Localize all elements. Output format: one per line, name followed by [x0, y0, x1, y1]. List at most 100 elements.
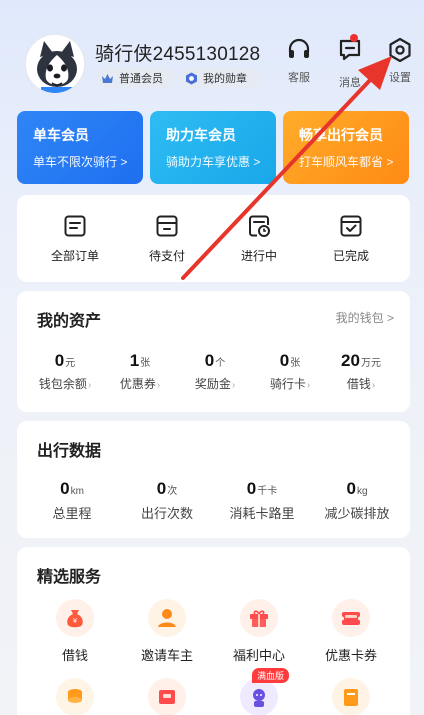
borrow-stat[interactable]: 20万元 借钱› — [318, 351, 404, 392]
service-item[interactable] — [311, 678, 391, 715]
member-card-subtitle: 打车顺风车都省 > — [299, 155, 394, 169]
profile-header: 骑行侠2455130128 普通会员 我的勋章 客服 消息 设置 — [0, 0, 424, 110]
borrow-service[interactable]: ¥ 借钱 — [35, 599, 115, 664]
member-badge-label: 普通会员 — [119, 73, 163, 85]
stat-label: 借钱 — [346, 377, 371, 391]
ai-assistant-icon: 满血版 — [240, 668, 290, 715]
driver-icon — [148, 599, 186, 637]
coins-icon — [56, 678, 94, 715]
travel-data-card: 出行数据 0km 总里程 0次 出行次数 0千卡 消耗卡路里 0kg 减少碳排放 — [17, 421, 410, 538]
chevron-right-icon: › — [371, 380, 376, 391]
unread-dot — [350, 34, 358, 42]
welfare-center-service[interactable]: 福利中心 — [219, 599, 299, 664]
member-card-title: 畅享出行会员 — [299, 127, 383, 143]
coupon-stat[interactable]: 1张 优惠券› — [97, 351, 183, 392]
medal-badge[interactable]: 我的勋章 — [181, 68, 261, 88]
service-item[interactable] — [35, 678, 115, 715]
service-label: 邀请车主 — [140, 648, 193, 663]
assets-card: 我的资产 我的钱包 > 0元 钱包余额› 1张 优惠券› 0个 奖励金› 0张 … — [17, 291, 410, 412]
stat-label: 总里程 — [52, 506, 92, 521]
chevron-right-icon: › — [306, 380, 311, 391]
member-crown-icon — [101, 72, 114, 85]
service-label: 借钱 — [61, 648, 88, 663]
stat-label: 减少碳排放 — [324, 506, 390, 521]
in-progress-icon — [249, 215, 270, 237]
member-card-subtitle: 单车不限次骑行 > — [33, 155, 128, 169]
stat-value: 1 — [129, 351, 140, 370]
member-level-badge[interactable]: 普通会员 — [97, 68, 175, 88]
assets-title: 我的资产 — [37, 313, 102, 330]
services-title: 精选服务 — [37, 569, 102, 586]
wallet-icon — [156, 215, 178, 237]
my-wallet-link[interactable]: 我的钱包 > — [336, 309, 394, 326]
stat-label: 优惠券 — [119, 377, 156, 391]
coupon-service[interactable]: 优惠卡券 — [311, 599, 391, 664]
stat-unit: 次 — [167, 486, 178, 497]
member-card-title: 单车会员 — [33, 127, 89, 143]
services-card: 精选服务 ¥ 借钱 邀请车主 福利中心 优惠卡券 满血版 — [17, 547, 410, 715]
order-label: 全部订单 — [50, 249, 99, 263]
medal-badge-label: 我的勋章 — [203, 73, 247, 85]
message-label: 消息 — [339, 77, 361, 89]
chevron-right-icon: › — [156, 380, 161, 391]
service-label: 福利中心 — [232, 648, 285, 663]
stat-label: 消耗卡路里 — [229, 506, 295, 521]
service-item[interactable]: 满血版 — [219, 668, 299, 715]
order-list-icon — [64, 215, 86, 237]
stat-value: 0 — [246, 479, 257, 498]
money-bag-icon: ¥ — [56, 599, 94, 637]
gear-icon — [389, 37, 411, 63]
stat-label: 钱包余额 — [38, 377, 87, 391]
chevron-right-icon: › — [87, 380, 92, 391]
message-button[interactable]: 消息 — [330, 34, 370, 90]
carbon-stat: 0kg 减少碳排放 — [312, 479, 402, 522]
stat-unit: km — [70, 486, 84, 497]
stat-unit: 张 — [290, 358, 301, 369]
stat-label: 出行次数 — [140, 506, 193, 521]
stat-unit: kg — [356, 486, 368, 497]
svg-text:¥: ¥ — [73, 617, 78, 625]
order-label: 待支付 — [148, 249, 185, 263]
settings-button[interactable]: 设置 — [380, 37, 420, 85]
loan-icon — [148, 678, 186, 715]
ride-member-card[interactable]: 畅享出行会员 打车顺风车都省 > — [283, 111, 409, 184]
service-label: 客服 — [288, 72, 310, 84]
reward-stat[interactable]: 0个 奖励金› — [172, 351, 258, 392]
total-distance-stat: 0km 总里程 — [27, 479, 117, 522]
bike-member-card[interactable]: 单车会员 单车不限次骑行 > — [17, 111, 143, 184]
order-label: 进行中 — [240, 249, 277, 263]
stat-value: 0 — [54, 351, 65, 370]
member-card-title: 助力车会员 — [166, 127, 236, 143]
coupon-icon — [332, 599, 370, 637]
wallet-balance-stat[interactable]: 0元 钱包余额› — [22, 351, 108, 392]
username: 骑行侠2455130128 — [95, 44, 261, 65]
stat-label: 奖励金 — [194, 377, 231, 391]
customer-service-button[interactable]: 客服 — [279, 37, 319, 85]
settings-label: 设置 — [389, 72, 411, 84]
calories-stat: 0千卡 消耗卡路里 — [217, 479, 307, 522]
assist-member-card[interactable]: 助力车会员 骑助力车享优惠 > — [150, 111, 276, 184]
stat-value: 0 — [279, 351, 290, 370]
in-progress-button[interactable]: 进行中 — [219, 213, 299, 264]
all-orders-button[interactable]: 全部订单 — [35, 213, 115, 264]
avatar[interactable] — [24, 33, 86, 95]
pending-payment-button[interactable]: 待支付 — [127, 213, 207, 264]
chevron-right-icon: › — [231, 380, 236, 391]
stat-value: 0 — [60, 479, 70, 498]
headset-icon — [288, 38, 310, 58]
stat-value: 20 — [341, 351, 360, 370]
stat-unit: 元 — [65, 358, 76, 369]
card-icon — [332, 678, 370, 715]
medal-icon — [185, 72, 198, 85]
message-icon — [339, 39, 361, 61]
member-card-subtitle: 骑助力车享优惠 > — [166, 155, 261, 169]
gift-icon — [240, 599, 278, 637]
stat-value: 0 — [156, 479, 167, 498]
service-item[interactable] — [127, 678, 207, 715]
travel-title: 出行数据 — [37, 443, 102, 460]
completed-button[interactable]: 已完成 — [311, 213, 391, 264]
husky-avatar-icon — [26, 35, 84, 93]
invite-driver-service[interactable]: 邀请车主 — [127, 599, 207, 664]
stat-unit: 张 — [140, 358, 151, 369]
stat-unit: 个 — [215, 358, 226, 369]
